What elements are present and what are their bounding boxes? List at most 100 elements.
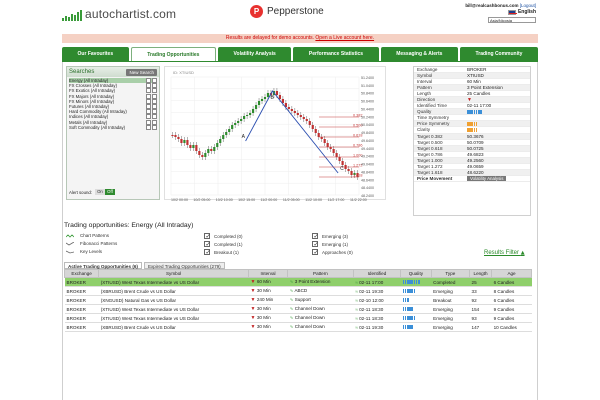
- logo-text: autochartist.com: [85, 7, 177, 21]
- cell-length: 93: [469, 313, 492, 323]
- cell-age: 10 Candles: [491, 322, 532, 332]
- column-header[interactable]: Length: [469, 269, 493, 278]
- price-movement-label: Price Movement: [417, 175, 453, 181]
- x-tick-label: 11/2 17:00: [328, 198, 345, 201]
- y-tick-label: 51.0400: [361, 84, 374, 88]
- filter-breakout[interactable]: Breakout (1): [204, 249, 239, 256]
- cell-type: Emerging: [431, 313, 470, 323]
- detail-key: Quality: [417, 109, 432, 115]
- cell-exchange: BROKER: [64, 304, 99, 314]
- cell-pattern-text: Support: [294, 297, 311, 302]
- cell-age: 6 Candles: [491, 277, 532, 287]
- cell-identified: ≈ 02-11 18:30: [353, 313, 401, 323]
- column-header[interactable]: Symbol: [98, 269, 250, 278]
- cell-symbol: (XBRUSD) Brent Crude vs US Dollar: [98, 286, 249, 296]
- y-tick-label: 48.8400: [361, 170, 374, 174]
- candle: [248, 113, 252, 115]
- nav-tab-0[interactable]: Our Favourites: [62, 47, 129, 61]
- emerging-fib-label: Emerging (1): [322, 241, 349, 247]
- table-body: BROKER (XTIUSD) West Texas Intermediate v…: [64, 277, 532, 332]
- new-search-button[interactable]: New Search: [126, 68, 157, 76]
- breakout-checkbox[interactable]: [204, 249, 211, 256]
- column-header[interactable]: Identified: [352, 269, 402, 278]
- table-row[interactable]: BROKER (XBRUSD) Brent Crude vs US Dollar ▼…: [64, 322, 532, 332]
- candle: [320, 137, 323, 139]
- filter-completed-fib[interactable]: Completed (1): [204, 241, 243, 248]
- nav-tab-2[interactable]: Volatility Analysis: [218, 47, 292, 61]
- table-row[interactable]: BROKER (XTIUSD) West Texas Intermediate v…: [64, 313, 532, 323]
- cell-exchange: BROKER: [64, 313, 99, 323]
- candle: [275, 91, 279, 95]
- breakout-label: Breakout (1): [214, 249, 239, 255]
- candle: [329, 147, 332, 149]
- nav-tab-4[interactable]: Messaging & Alerts: [380, 47, 458, 61]
- candle: [266, 93, 270, 97]
- approaches-checkbox[interactable]: [312, 249, 319, 256]
- alert-off-button[interactable]: Off: [104, 189, 115, 195]
- logout-link[interactable]: [Logout]: [520, 3, 536, 8]
- detail-value: XTIUSD: [467, 73, 484, 79]
- candle: [192, 145, 195, 148]
- delete-search-icon[interactable]: [152, 124, 157, 130]
- cell-quality: [400, 286, 432, 296]
- quality-bar: [413, 315, 416, 320]
- quality-bar: [411, 306, 413, 311]
- column-header[interactable]: Type: [430, 269, 471, 278]
- cell-pattern: ∿ Channel Down: [287, 322, 354, 332]
- filter-completed-chart[interactable]: Completed (0): [204, 233, 243, 240]
- emerging-fib-checkbox[interactable]: [312, 241, 319, 248]
- nav-tab-5[interactable]: Trading Community: [459, 47, 538, 61]
- account-email: bill@realcashbonus.com: [465, 3, 519, 8]
- column-header[interactable]: Interval: [248, 269, 289, 278]
- cell-pattern: ∿ 3 Point Extension: [287, 277, 354, 287]
- results-filter-link[interactable]: Results Filter ▲: [484, 250, 525, 256]
- filter-approaches[interactable]: Approaches (0): [312, 249, 353, 256]
- completed-checkbox[interactable]: [204, 233, 211, 240]
- x-tick-label: 10/2 15:00: [238, 198, 255, 201]
- detail-key: Direction: [417, 97, 436, 103]
- searches-header: Searches New Search: [67, 67, 159, 77]
- table-row[interactable]: BROKER (XTIUSD) West Texas Intermediate v…: [64, 277, 532, 287]
- filter-emerging-chart[interactable]: Emerging (3): [312, 233, 348, 240]
- y-tick-label: 48.6400: [361, 178, 374, 182]
- edit-search-icon[interactable]: [146, 124, 151, 130]
- candle: [305, 119, 308, 121]
- column-header[interactable]: Pattern: [287, 269, 354, 278]
- column-header[interactable]: Exchange: [63, 269, 100, 278]
- detail-value: BROKER: [467, 67, 487, 72]
- candle: [204, 153, 207, 157]
- cell-type: Completed: [431, 277, 470, 287]
- timezone-select[interactable]: Asia/Nicosia: [488, 17, 536, 23]
- opportunity-tab-0[interactable]: Active Trading Opportunities (6): [64, 262, 142, 269]
- search-item[interactable]: Soft Commodity (All Intraday): [69, 124, 157, 130]
- opportunity-tab-1[interactable]: Expired Trading Opportunities (279): [143, 262, 225, 269]
- autochartist-logo[interactable]: autochartist.com: [62, 7, 176, 21]
- table-row[interactable]: BROKER (XBRUSD) Brent Crude vs US Dollar ▼…: [64, 286, 532, 296]
- filter-emerging-fib[interactable]: Emerging (1): [312, 241, 349, 248]
- column-header[interactable]: Age: [491, 269, 532, 278]
- volatility-analysis-button[interactable]: Volatility Analysis: [467, 175, 507, 181]
- column-header[interactable]: Quality: [400, 269, 432, 278]
- price-chart[interactable]: A B C 0.382 0.500 0.618 0.786 1.000 1.272 1.618 ID…: [164, 66, 386, 202]
- alert-on-button[interactable]: On: [94, 189, 105, 195]
- header: autochartist.com P Pepperstone bill@real…: [0, 0, 600, 30]
- cell-symbol: (XTIUSD) West Texas Intermediate vs US D…: [98, 313, 249, 323]
- language-selector[interactable]: English: [507, 9, 536, 15]
- searches-title: Searches: [69, 69, 95, 75]
- emerging-checkbox[interactable]: [312, 233, 319, 240]
- candle: [263, 97, 267, 99]
- cell-pattern: ∿ Channel Down: [287, 304, 354, 314]
- detail-key: Target 0.786: [417, 151, 443, 157]
- table-row[interactable]: BROKER (XTIUSD) West Texas Intermediate v…: [64, 304, 532, 314]
- nav-tab-1[interactable]: Trading Opportunities: [130, 47, 216, 61]
- alert-sound-toggle[interactable]: On Off: [94, 189, 115, 195]
- cell-quality: [400, 322, 432, 332]
- nav-tab-3[interactable]: Performance Statistics: [293, 47, 379, 61]
- detail-value: 49.0659: [467, 163, 484, 169]
- table-row[interactable]: BROKER (XNGUSD) Natural Gas vs US Dollar ▼…: [64, 295, 532, 305]
- candle: [326, 143, 329, 147]
- open-live-account-link[interactable]: Open a Live account here.: [315, 35, 374, 41]
- cell-identified-text: 02-11 18:30: [359, 306, 384, 312]
- detail-key: Target 1.272: [417, 163, 443, 169]
- completed-fib-checkbox[interactable]: [204, 241, 211, 248]
